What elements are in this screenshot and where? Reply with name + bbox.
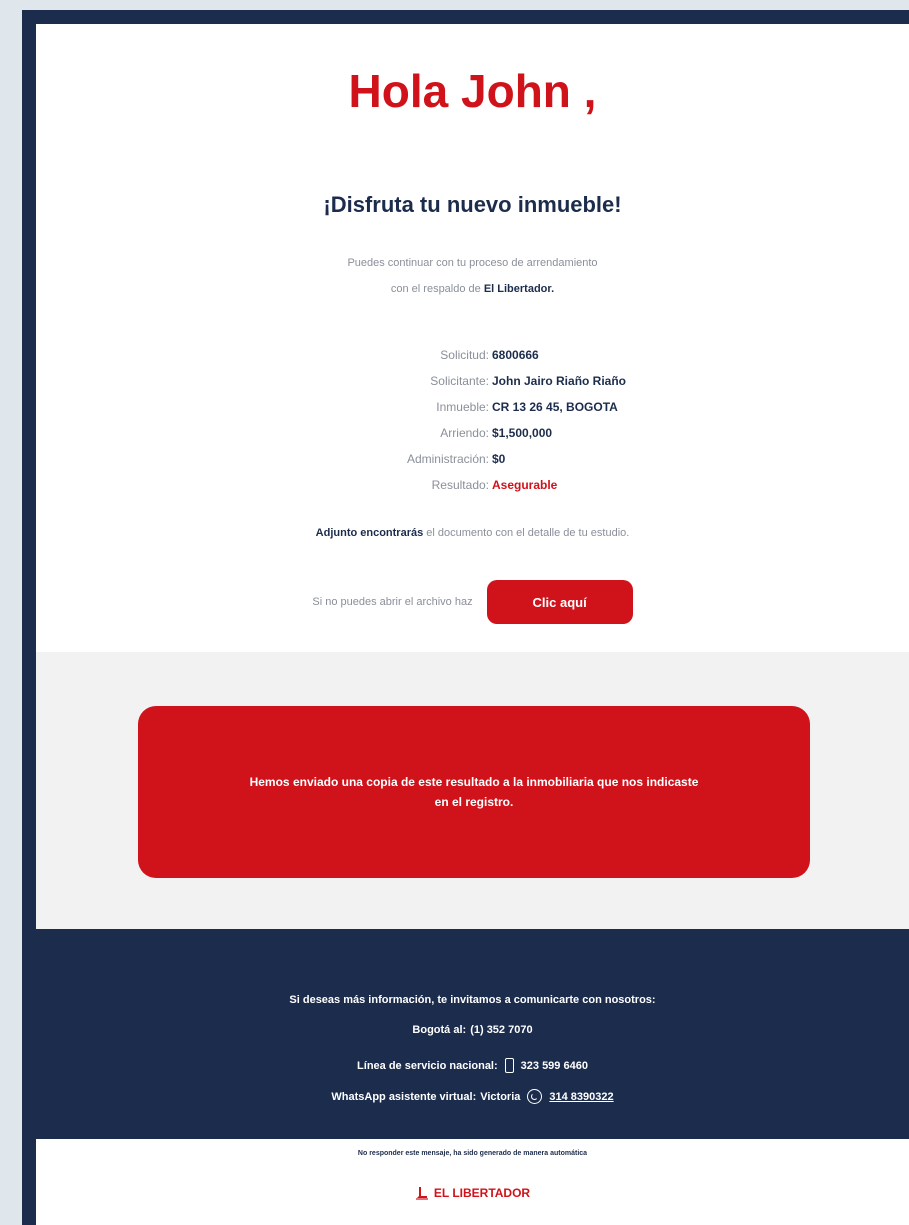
footer-bogota-line: Bogotá al: (1) 352 7070 xyxy=(36,1024,909,1036)
contact-footer: Si deseas más información, te invitamos … xyxy=(36,929,909,1139)
footer-national-line: Línea de servicio nacional: 323 599 6460 xyxy=(36,1058,909,1073)
open-file-text: Si no puedes abrir el archivo haz xyxy=(312,596,473,608)
mobile-phone-icon xyxy=(504,1058,514,1073)
detail-value: $0 xyxy=(492,452,506,466)
greeting-heading: Hola John , xyxy=(348,65,597,117)
footer-info: Si deseas más información, te invitamos … xyxy=(289,994,656,1006)
bogota-label: Bogotá al: xyxy=(412,1024,467,1036)
intro-line-2: con el respaldo de El Libertador. xyxy=(36,276,909,302)
attached-rest: el documento con el detalle de tu estudi… xyxy=(423,527,630,539)
intro-line-1: Puedes continuar con tu proceso de arren… xyxy=(347,257,598,269)
attached-document-text: Adjunto encontrarás el documento con el … xyxy=(36,527,909,539)
detail-label: Solicitud: xyxy=(440,348,489,362)
detail-row-inmueble: Inmueble: CR 13 26 45, BOGOTA xyxy=(36,394,909,420)
attached-bold: Adjunto encontrarás xyxy=(315,527,424,539)
national-phone[interactable]: 323 599 6460 xyxy=(521,1060,588,1072)
notice-line-2: en el registro. xyxy=(434,795,514,809)
result-status: Asegurable xyxy=(492,478,558,492)
whatsapp-name: Victoria xyxy=(480,1090,521,1103)
bogota-phone[interactable]: (1) 352 7070 xyxy=(470,1024,532,1036)
auto-message-disclaimer: No responder este mensaje, ha sido gener… xyxy=(357,1150,588,1157)
detail-label: Arriendo: xyxy=(440,426,489,440)
national-label: Línea de servicio nacional: xyxy=(357,1059,498,1072)
detail-row-solicitante: Solicitante: John Jairo Riaño Riaño xyxy=(36,368,909,394)
brand-footer: EL LIBERTADOR xyxy=(36,1186,909,1200)
detail-row-solicitud: Solicitud: 6800666 xyxy=(36,342,909,368)
detail-label: Inmueble: xyxy=(436,400,489,414)
detail-row-resultado: Resultado: Asegurable xyxy=(36,472,909,498)
detail-value: CR 13 26 45, BOGOTA xyxy=(492,400,618,414)
detail-label: Resultado: xyxy=(431,478,489,492)
request-details: Solicitud: 6800666 Solicitante: John Jai… xyxy=(36,342,909,498)
footer-info-line: Si deseas más información, te invitamos … xyxy=(36,994,909,1006)
email-body: Hola John , ¡Disfruta tu nuevo inmueble!… xyxy=(36,24,909,1225)
open-file-row: Si no puedes abrir el archivo haz Clic a… xyxy=(36,580,909,624)
brand-name: EL LIBERTADOR xyxy=(433,1186,531,1200)
whatsapp-label: WhatsApp asistente virtual: xyxy=(331,1090,477,1103)
intro-text: Puedes continuar con tu proceso de arren… xyxy=(36,250,909,302)
whatsapp-phone-link[interactable]: 314 8390322 xyxy=(549,1091,613,1103)
detail-value: $1,500,000 xyxy=(492,426,553,440)
notice-line-1: Hemos enviado una copia de este resultad… xyxy=(249,775,699,789)
detail-label: Solicitante: xyxy=(430,374,489,388)
subtitle-heading: ¡Disfruta tu nuevo inmueble! xyxy=(323,192,622,217)
detail-row-administracion: Administración: $0 xyxy=(36,446,909,472)
whatsapp-icon xyxy=(527,1089,543,1104)
detail-row-arriendo: Arriendo: $1,500,000 xyxy=(36,420,909,446)
click-here-button[interactable]: Clic aquí xyxy=(486,580,633,624)
libertador-logo-icon xyxy=(415,1187,428,1200)
detail-value: 6800666 xyxy=(492,348,539,362)
footer-whatsapp-line: WhatsApp asistente virtual: Victoria 314… xyxy=(36,1089,909,1104)
detail-label: Administración: xyxy=(406,452,489,466)
detail-value: John Jairo Riaño Riaño xyxy=(492,374,627,388)
intro-brand: El Libertador. xyxy=(483,283,555,295)
copy-sent-notice: Hemos enviado una copia de este resultad… xyxy=(138,706,810,878)
intro-line-2-prefix: con el respaldo de xyxy=(390,283,484,295)
